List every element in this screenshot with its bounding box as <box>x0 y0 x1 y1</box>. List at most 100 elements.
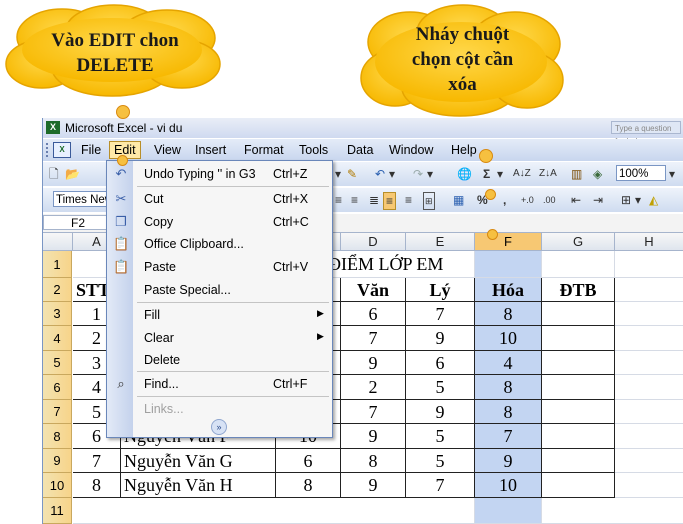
cell-h[interactable] <box>615 473 683 498</box>
menu-item-paste-special[interactable]: Paste Special... <box>107 279 332 301</box>
menu-item-copy[interactable]: ❐ Copy Ctrl+C <box>107 211 332 233</box>
new-icon[interactable]: 🗋 <box>49 166 59 182</box>
row-header-10[interactable]: 10 <box>43 473 72 498</box>
cell-name[interactable]: Nguyễn Văn H <box>121 473 276 498</box>
align-right2-icon[interactable]: ≡ <box>405 192 412 208</box>
cell-stt[interactable]: 8 <box>73 473 121 498</box>
cell-dtb[interactable] <box>542 375 615 400</box>
zoom-dropdown-icon[interactable]: ▾ <box>669 166 675 182</box>
row-header-3[interactable]: 3 <box>43 302 72 326</box>
autosum-icon[interactable]: Σ <box>483 166 490 182</box>
row-header-4[interactable]: 4 <box>43 326 72 351</box>
menu-item-find[interactable]: ⌕ Find... Ctrl+F <box>107 373 332 395</box>
cell-h[interactable] <box>615 424 683 449</box>
column-header-d[interactable]: D <box>341 233 406 251</box>
cell-dtb[interactable] <box>542 351 615 375</box>
format-painter-icon[interactable]: ✎ <box>347 166 357 182</box>
cell-h[interactable] <box>615 449 683 473</box>
cell-hoa[interactable]: 10 <box>475 473 542 498</box>
autosum-dropdown-icon[interactable]: ▾ <box>497 166 503 182</box>
cell-van[interactable]: 7 <box>341 400 406 424</box>
cell-h[interactable] <box>615 400 683 424</box>
cell-van[interactable]: 7 <box>341 326 406 351</box>
cell-h2[interactable] <box>615 278 683 302</box>
cell-name[interactable]: Nguyễn Văn G <box>121 449 276 473</box>
row-header-8[interactable]: 8 <box>43 424 72 449</box>
cell-van[interactable]: 8 <box>341 449 406 473</box>
cell-stt[interactable]: 7 <box>73 449 121 473</box>
menu-item-undo[interactable]: ↶ Undo Typing '' in G3 Ctrl+Z <box>107 163 332 185</box>
cell-hoa[interactable]: 4 <box>475 351 542 375</box>
cell-ly[interactable]: 5 <box>406 424 475 449</box>
sort-ascending-icon[interactable]: A↓Z <box>513 166 531 182</box>
row-header-5[interactable]: 5 <box>43 351 72 375</box>
cell-ly[interactable]: 5 <box>406 375 475 400</box>
undo-dropdown-icon[interactable]: ▾ <box>389 166 395 182</box>
cell-hoa[interactable]: 9 <box>475 449 542 473</box>
menu-item-office-clipboard[interactable]: 📋 Office Clipboard... <box>107 233 332 255</box>
dropdown-arrow-icon[interactable]: ▾ <box>335 166 341 182</box>
borders-dropdown-icon[interactable]: ▾ <box>635 192 641 208</box>
cell-c[interactable]: 8 <box>276 473 341 498</box>
cell-hoa[interactable]: 8 <box>475 375 542 400</box>
chart-wizard-icon[interactable]: ▥ <box>571 166 582 182</box>
row-header-9[interactable]: 9 <box>43 449 72 473</box>
cell-h[interactable] <box>615 375 683 400</box>
cell-dtb[interactable] <box>542 302 615 326</box>
header-hoa[interactable]: Hóa <box>475 278 542 302</box>
menu-view[interactable]: View <box>154 143 181 157</box>
header-van[interactable]: Văn <box>341 278 406 302</box>
cell-dtb[interactable] <box>542 449 615 473</box>
column-header-f[interactable]: F <box>475 233 542 251</box>
menu-item-paste[interactable]: 📋 Paste Ctrl+V <box>107 256 332 278</box>
cell-h[interactable] <box>615 351 683 375</box>
cell-ly[interactable]: 9 <box>406 400 475 424</box>
sort-descending-icon[interactable]: Z↓A <box>539 166 557 182</box>
row-header-11[interactable]: 11 <box>43 498 72 524</box>
expand-menu-icon[interactable]: » <box>211 419 227 435</box>
align-right-icon[interactable]: ≡ <box>351 192 358 208</box>
help-question-box[interactable]: Type a question for help <box>611 121 681 146</box>
borders-icon[interactable]: ⊞ <box>621 192 631 208</box>
cell-hoa[interactable]: 8 <box>475 400 542 424</box>
header-dtb[interactable]: ĐTB <box>542 278 615 302</box>
align-left-icon[interactable]: ≡ <box>335 192 342 208</box>
drawing-icon[interactable]: ◈ <box>593 166 602 182</box>
comma-style-icon[interactable]: , <box>503 192 506 208</box>
menu-item-delete[interactable]: Delete <box>107 349 332 371</box>
row-header-1[interactable]: 1 <box>43 251 72 278</box>
row-header-7[interactable]: 7 <box>43 400 72 424</box>
redo-toolbar-icon[interactable]: ↷ <box>413 166 423 182</box>
header-ly[interactable]: Lý <box>406 278 475 302</box>
menu-item-fill[interactable]: Fill ▶ <box>107 304 332 326</box>
menu-window[interactable]: Window <box>389 143 433 157</box>
cell-van[interactable]: 9 <box>341 473 406 498</box>
workbook-icon[interactable]: X <box>53 142 71 158</box>
menu-item-cut[interactable]: ✂ Cut Ctrl+X <box>107 188 332 210</box>
cell-dtb[interactable] <box>542 424 615 449</box>
cell-ly[interactable]: 7 <box>406 473 475 498</box>
menu-file[interactable]: File <box>81 143 101 157</box>
menu-insert[interactable]: Insert <box>195 143 226 157</box>
row-header-2[interactable]: 2 <box>43 278 72 302</box>
hyperlink-icon[interactable]: 🌐 <box>457 166 472 182</box>
cell-van[interactable]: 9 <box>341 424 406 449</box>
menu-tools[interactable]: Tools <box>299 143 328 157</box>
cell-ly[interactable]: 5 <box>406 449 475 473</box>
cell-dtb[interactable] <box>542 473 615 498</box>
cell-van[interactable]: 6 <box>341 302 406 326</box>
cell-van[interactable]: 2 <box>341 375 406 400</box>
menu-help[interactable]: Help <box>451 143 477 157</box>
cell-f11[interactable] <box>475 498 542 524</box>
cell-dtb[interactable] <box>542 326 615 351</box>
align-left2-icon[interactable]: ≣ <box>369 192 379 208</box>
cell-h[interactable] <box>615 326 683 351</box>
undo-toolbar-icon[interactable]: ↶ <box>375 166 385 182</box>
menu-item-clear[interactable]: Clear ▶ <box>107 327 332 349</box>
row-header-6[interactable]: 6 <box>43 375 72 400</box>
cell-ly[interactable]: 9 <box>406 326 475 351</box>
cell-c[interactable]: 6 <box>276 449 341 473</box>
name-box[interactable]: F2 <box>43 215 113 230</box>
cell-f1[interactable] <box>475 251 542 278</box>
cell-ly[interactable]: 7 <box>406 302 475 326</box>
